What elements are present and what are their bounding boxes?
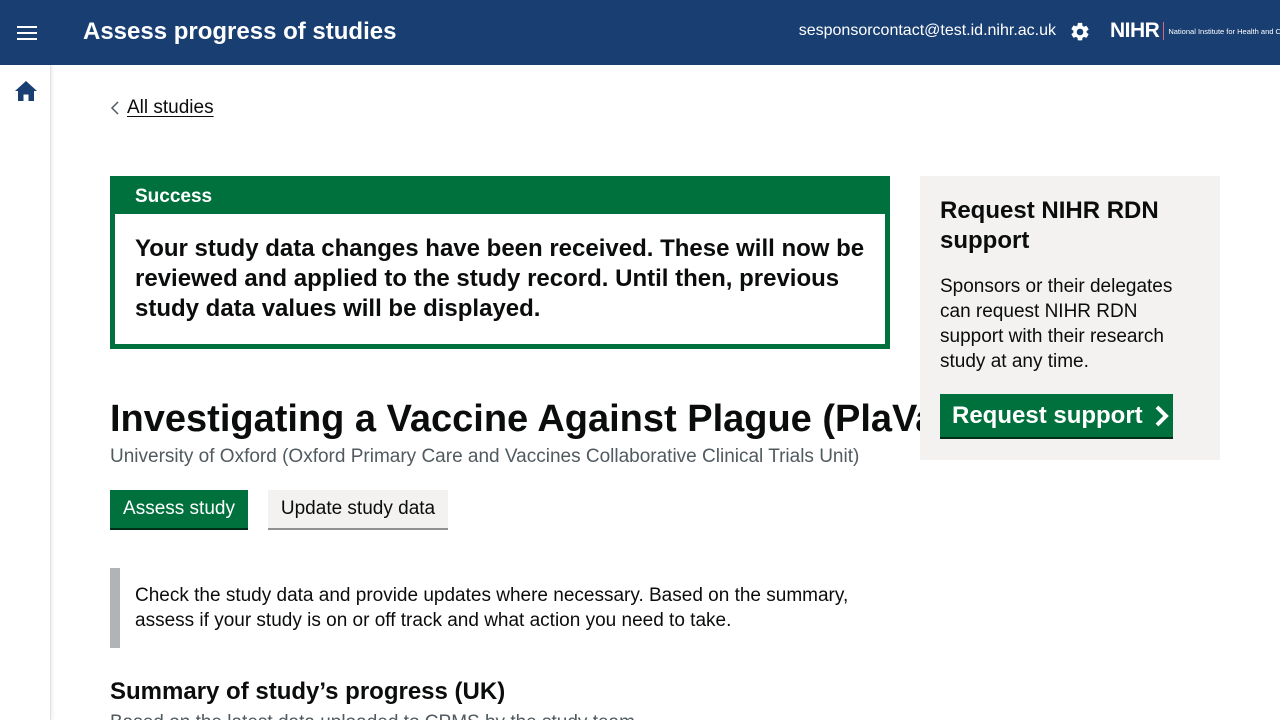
chevron-left-icon (110, 101, 119, 115)
app-header: Assess progress of studies sesponsorcont… (0, 0, 1280, 65)
logo-divider (1163, 22, 1165, 40)
request-support-button[interactable]: Request support (940, 394, 1173, 439)
side-navigation (0, 65, 51, 720)
banner-message: Your study data changes have been receiv… (135, 235, 865, 322)
home-button[interactable] (13, 78, 39, 104)
inset-text: Check the study data and provide updates… (135, 585, 849, 631)
support-title: Request NIHR RDN support (940, 197, 1159, 254)
banner-body: Your study data changes have been receiv… (115, 214, 885, 344)
success-banner: Success Your study data changes have bee… (110, 176, 890, 349)
menu-button[interactable] (10, 16, 44, 50)
summary-subtitle: Based on the latest data uploaded to CPM… (110, 712, 640, 720)
study-title: Investigating a Vaccine Against Plague (… (110, 398, 971, 440)
logo-wordmark: NIHR (1110, 19, 1160, 42)
support-text: Sponsors or their delegates can request … (940, 276, 1173, 372)
back-link[interactable]: All studies (110, 97, 214, 119)
logo-subtitle: National Institute for Health and Care R… (1168, 26, 1280, 36)
tab-update-study-data[interactable]: Update study data (268, 490, 448, 530)
app-title[interactable]: Assess progress of studies (83, 18, 396, 46)
study-organisation: University of Oxford (Oxford Primary Car… (110, 446, 860, 467)
back-link-label[interactable]: All studies (127, 97, 214, 119)
inset-text-block: Check the study data and provide updates… (110, 568, 890, 648)
chevron-right-icon (1153, 405, 1171, 427)
menu-icon (17, 26, 37, 40)
support-panel: Request NIHR RDN support Sponsors or the… (920, 176, 1220, 460)
summary-title: Summary of study’s progress (UK) (110, 678, 506, 705)
request-support-label: Request support (952, 401, 1143, 429)
home-icon (15, 81, 37, 101)
gear-icon (1071, 22, 1089, 41)
nihr-logo[interactable]: NIHR National Institute for Health and C… (1110, 19, 1280, 43)
tab-assess-study[interactable]: Assess study (110, 490, 248, 530)
user-email: sesponsorcontact@test.id.nihr.ac.uk (798, 22, 1056, 39)
banner-title: Success (135, 186, 213, 207)
settings-button[interactable] (1068, 20, 1092, 44)
